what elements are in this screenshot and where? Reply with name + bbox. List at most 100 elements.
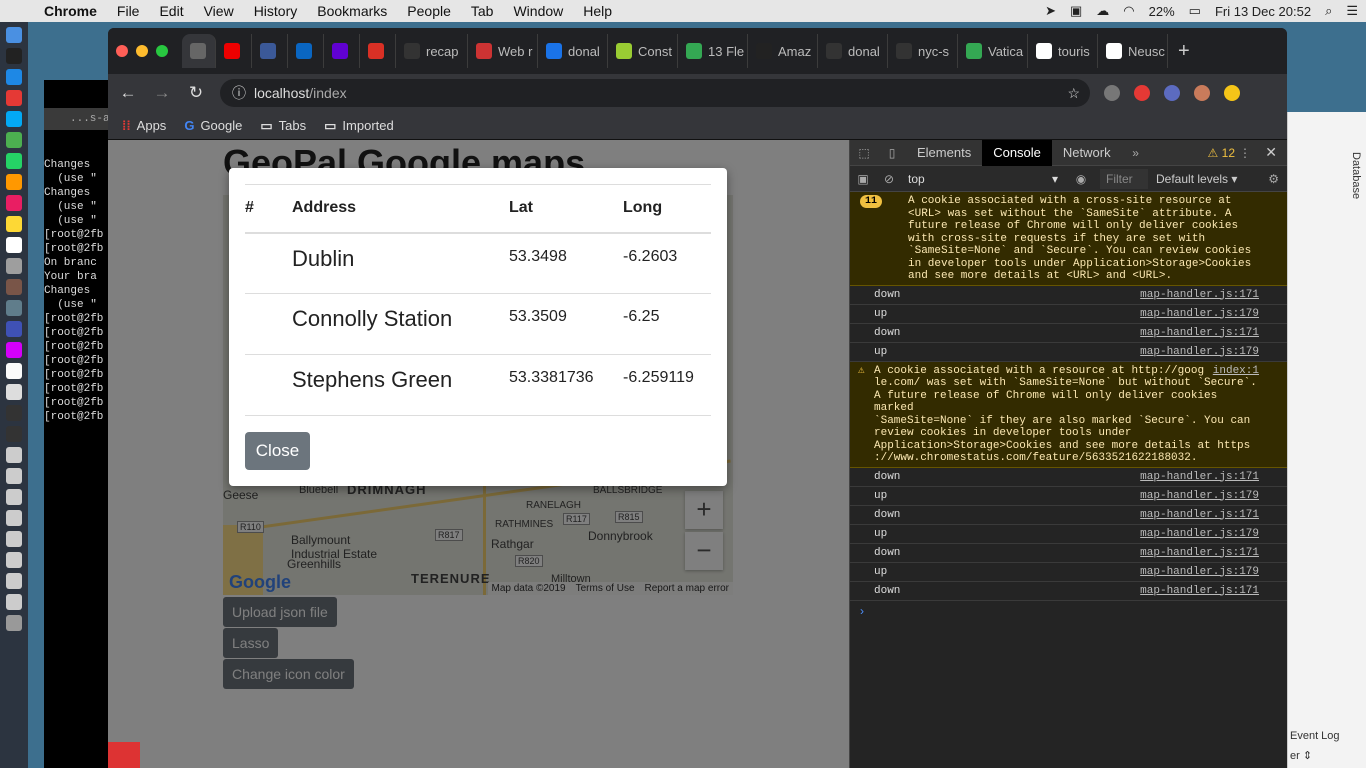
wifi-icon[interactable]: ◠ <box>1123 3 1134 19</box>
bookmark-google[interactable]: G Google <box>184 118 242 133</box>
browser-tab[interactable] <box>324 34 360 68</box>
bookmark-tabs[interactable]: ▭ Tabs <box>260 118 306 134</box>
window-icon[interactable] <box>6 489 22 505</box>
window-icon[interactable] <box>6 594 22 610</box>
browser-tab[interactable]: Const <box>608 34 678 68</box>
address-bar[interactable]: ⓘ localhost/index ☆ <box>220 79 1090 107</box>
menu-app-name[interactable]: Chrome <box>44 3 97 19</box>
window-icon[interactable] <box>6 552 22 568</box>
zoom-window-button[interactable] <box>156 45 168 57</box>
background-app-window[interactable]: Database Event Log er ⇕ <box>1287 112 1366 768</box>
source-link[interactable]: map-handler.js:171 <box>1140 289 1259 302</box>
browser-tab[interactable]: Vatica <box>958 34 1028 68</box>
reload-button[interactable]: ↻ <box>186 83 206 103</box>
bookmark-star-icon[interactable]: ☆ <box>1067 85 1080 102</box>
tab-elements[interactable]: Elements <box>906 140 982 166</box>
location-icon[interactable]: ➤ <box>1045 3 1056 19</box>
source-link[interactable]: map-handler.js:171 <box>1140 327 1259 340</box>
back-button[interactable]: ← <box>118 83 138 103</box>
browser-tab[interactable]: donal <box>538 34 608 68</box>
bookmark-apps[interactable]: ⁞⁞ Apps <box>122 118 166 133</box>
clear-console-icon[interactable]: ⊘ <box>876 172 902 186</box>
menu-file[interactable]: File <box>117 3 140 19</box>
docker-icon[interactable]: ▣ <box>1070 3 1082 19</box>
browser-tab[interactable]: Web r <box>468 34 538 68</box>
browser-tab[interactable]: donal <box>818 34 888 68</box>
console-settings-icon[interactable]: ⚙ <box>1268 172 1279 186</box>
close-devtools-icon[interactable]: ✕ <box>1265 144 1277 161</box>
archive-icon[interactable] <box>6 279 22 295</box>
close-button[interactable]: Close <box>245 432 310 470</box>
log-levels-select[interactable]: Default levels ▾ <box>1156 172 1237 186</box>
terminal-icon[interactable] <box>6 48 22 64</box>
taskbar-app-icon[interactable] <box>108 742 140 768</box>
live-expression-eye-icon[interactable]: ◉ <box>1068 172 1094 186</box>
browser-tab[interactable]: touris <box>1028 34 1098 68</box>
close-window-button[interactable] <box>116 45 128 57</box>
facetime-icon[interactable] <box>6 132 22 148</box>
cloud-icon[interactable]: ☁ <box>1096 3 1109 19</box>
menu-help[interactable]: Help <box>583 3 612 19</box>
console-prompt[interactable]: › <box>850 601 1287 621</box>
extension-santa-icon[interactable] <box>1134 85 1150 101</box>
database-tab-label[interactable]: Database <box>1350 152 1362 199</box>
terminal-window[interactable]: ...s-ap Changes (use " Changes (use " (us… <box>44 80 114 768</box>
browser-tab[interactable]: 13 Fle <box>678 34 748 68</box>
context-select[interactable]: top ▾ <box>908 172 1058 186</box>
inspect-icon[interactable]: ⬚ <box>850 146 878 160</box>
safari-icon[interactable] <box>6 69 22 85</box>
window-icon[interactable] <box>6 447 22 463</box>
browser-tab[interactable]: Neusc <box>1098 34 1168 68</box>
bookmark-imported[interactable]: ▭ Imported <box>324 118 394 134</box>
whatsapp-icon[interactable] <box>6 153 22 169</box>
spotlight-icon[interactable]: ⌕ <box>1325 3 1332 19</box>
menu-tab[interactable]: Tab <box>471 3 494 19</box>
source-link[interactable]: index:1 <box>1213 365 1259 378</box>
source-link[interactable]: map-handler.js:171 <box>1140 547 1259 560</box>
sidebar-toggle-icon[interactable]: ▣ <box>850 172 876 186</box>
event-log-label[interactable]: Event Log <box>1290 730 1340 742</box>
browser-tab[interactable] <box>182 34 216 68</box>
menu-edit[interactable]: Edit <box>159 3 183 19</box>
extension-pen-icon[interactable] <box>1164 85 1180 101</box>
menu-view[interactable]: View <box>204 3 234 19</box>
device-toggle-icon[interactable]: ▯ <box>878 146 906 160</box>
source-link[interactable]: map-handler.js:179 <box>1140 490 1259 503</box>
tab-network[interactable]: Network <box>1052 140 1122 166</box>
document-icon[interactable] <box>6 384 22 400</box>
source-link[interactable]: map-handler.js:179 <box>1140 346 1259 359</box>
source-link[interactable]: map-handler.js:179 <box>1140 566 1259 579</box>
menu-people[interactable]: People <box>407 3 451 19</box>
music-icon[interactable] <box>6 195 22 211</box>
new-tab-button[interactable]: + <box>1178 40 1190 63</box>
trash-icon[interactable] <box>6 615 22 631</box>
settings-icon[interactable] <box>6 300 22 316</box>
photos-icon[interactable] <box>6 174 22 190</box>
profile-avatar[interactable] <box>1194 85 1210 101</box>
filter-input[interactable]: Filter <box>1100 168 1148 189</box>
textedit-icon[interactable] <box>6 363 22 379</box>
browser-tab[interactable]: Amaz <box>748 34 818 68</box>
window-icon[interactable] <box>6 510 22 526</box>
source-link[interactable]: map-handler.js:179 <box>1140 308 1259 321</box>
browser-tab[interactable] <box>252 34 288 68</box>
tab-console[interactable]: Console <box>982 139 1052 166</box>
finder-icon[interactable] <box>6 27 22 43</box>
forward-button[interactable]: → <box>152 83 172 103</box>
menu-window[interactable]: Window <box>513 3 563 19</box>
minimize-window-button[interactable] <box>136 45 148 57</box>
source-link[interactable]: map-handler.js:171 <box>1140 585 1259 598</box>
source-link[interactable]: map-handler.js:171 <box>1140 471 1259 484</box>
extension-gear-icon[interactable] <box>1104 85 1120 101</box>
browser-tab[interactable]: nyc-s <box>888 34 958 68</box>
preview-icon[interactable] <box>6 258 22 274</box>
battery-percent[interactable]: 22% <box>1149 4 1175 19</box>
window-icon[interactable] <box>6 426 22 442</box>
source-link[interactable]: map-handler.js:171 <box>1140 509 1259 522</box>
app-icon[interactable] <box>6 321 22 337</box>
window-icon[interactable] <box>6 468 22 484</box>
info-icon[interactable]: ⓘ <box>232 83 246 103</box>
menu-history[interactable]: History <box>254 3 298 19</box>
window-icon[interactable] <box>6 405 22 421</box>
calendar-icon[interactable] <box>6 237 22 253</box>
